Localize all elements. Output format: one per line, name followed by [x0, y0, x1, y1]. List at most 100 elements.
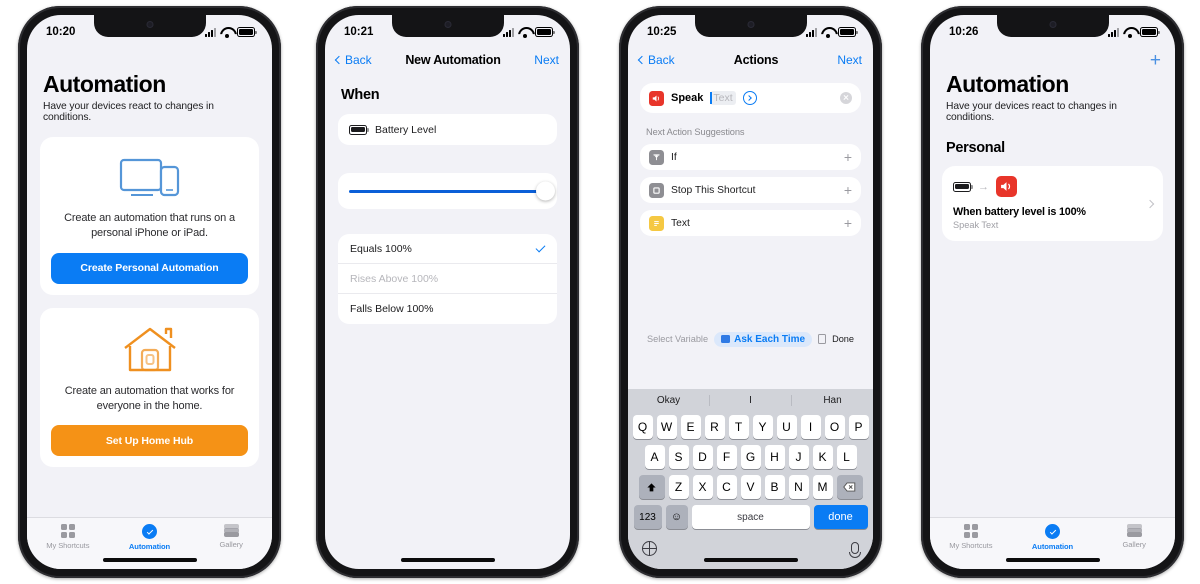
- key-e[interactable]: E: [680, 415, 701, 439]
- emoji-icon[interactable]: ☺: [665, 505, 688, 529]
- page-title: Automation: [43, 71, 166, 97]
- add-icon[interactable]: +: [844, 216, 852, 230]
- suggestion-label: If: [671, 151, 677, 163]
- home-indicator: [1005, 558, 1100, 562]
- battery-level-slider[interactable]: [349, 181, 555, 201]
- key-n[interactable]: N: [788, 475, 809, 499]
- suggestion-word[interactable]: Han: [792, 395, 873, 406]
- backspace-icon[interactable]: [836, 475, 863, 499]
- ipad-iphone-icon: [51, 151, 248, 211]
- key-done[interactable]: done: [813, 505, 868, 529]
- condition-options-list: Equals 100% Rises Above 100% Falls Below…: [338, 234, 557, 324]
- suggestion-text[interactable]: Text +: [640, 210, 861, 236]
- key-d[interactable]: D: [692, 445, 713, 469]
- tab-automation[interactable]: Automation: [109, 524, 191, 551]
- clipboard-icon[interactable]: [818, 334, 827, 344]
- text-placeholder-token[interactable]: Text: [710, 91, 736, 105]
- key-g[interactable]: G: [740, 445, 761, 469]
- chevron-right-circle-icon[interactable]: [742, 91, 757, 105]
- tab-gallery[interactable]: Gallery: [190, 524, 272, 549]
- back-button[interactable]: Back: [334, 53, 372, 67]
- grid-icon: [963, 524, 978, 538]
- key-s[interactable]: S: [668, 445, 689, 469]
- key-r[interactable]: R: [704, 415, 725, 439]
- back-button[interactable]: Back: [637, 53, 675, 67]
- front-camera-icon: [444, 21, 451, 28]
- key-o[interactable]: O: [824, 415, 845, 439]
- key-x[interactable]: X: [692, 475, 713, 499]
- screen-4: 10:26 + Automation Have your devices rea…: [930, 15, 1175, 569]
- tab-automation[interactable]: Automation: [1012, 524, 1094, 551]
- key-c[interactable]: C: [716, 475, 737, 499]
- speak-action-row[interactable]: Speak Text: [640, 83, 861, 113]
- key-space[interactable]: space: [691, 505, 810, 529]
- nav-title: Actions: [733, 53, 779, 67]
- trigger-row-battery-level[interactable]: Battery Level: [338, 114, 557, 145]
- key-v[interactable]: V: [740, 475, 761, 499]
- front-camera-icon: [1049, 21, 1056, 28]
- select-variable-button[interactable]: Select Variable: [647, 334, 708, 344]
- create-personal-automation-button[interactable]: Create Personal Automation: [51, 252, 248, 284]
- globe-icon[interactable]: [642, 540, 657, 556]
- key-numbers[interactable]: 123: [633, 505, 662, 529]
- key-h[interactable]: H: [764, 445, 785, 469]
- home-indicator: [703, 558, 798, 562]
- suggestion-label: Stop This Shortcut: [671, 184, 756, 196]
- suggestion-stop-this-shortcut[interactable]: Stop This Shortcut +: [640, 177, 861, 203]
- option-equals[interactable]: Equals 100%: [338, 234, 557, 264]
- next-button[interactable]: Next: [534, 53, 559, 67]
- automation-list-item[interactable]: → When battery level is 100% Speak Text: [942, 166, 1163, 241]
- key-i[interactable]: I: [800, 415, 821, 439]
- tab-my-shortcuts[interactable]: My Shortcuts: [930, 524, 1012, 550]
- suggestion-word[interactable]: I: [710, 394, 792, 406]
- add-icon[interactable]: +: [844, 150, 852, 164]
- option-falls-below[interactable]: Falls Below 100%: [338, 294, 557, 324]
- key-b[interactable]: B: [764, 475, 785, 499]
- suggestion-word[interactable]: Okay: [628, 394, 710, 406]
- key-t[interactable]: T: [728, 415, 749, 439]
- key-z[interactable]: Z: [668, 475, 689, 499]
- group-header-personal: Personal: [946, 140, 1005, 156]
- phone-4-automation-list: 10:26 + Automation Have your devices rea…: [921, 6, 1184, 578]
- text-icon: [649, 215, 664, 231]
- done-button[interactable]: Done: [832, 334, 854, 344]
- screen-1: 10:20 Automation Have your devices react…: [27, 15, 272, 569]
- page-title: Automation: [946, 71, 1069, 97]
- grid-icon: [60, 524, 75, 538]
- key-u[interactable]: U: [776, 415, 797, 439]
- key-m[interactable]: M: [812, 475, 833, 499]
- front-camera-icon: [747, 21, 754, 28]
- checkmark-icon: [535, 242, 546, 252]
- phone-1-automation-empty: 10:20 Automation Have your devices react…: [18, 6, 281, 578]
- clear-icon[interactable]: [840, 92, 852, 104]
- microphone-icon[interactable]: [849, 542, 861, 558]
- key-w[interactable]: W: [656, 415, 677, 439]
- option-label: Equals 100%: [350, 242, 412, 255]
- suggestion-if[interactable]: If +: [640, 144, 861, 170]
- back-label: Back: [648, 53, 675, 67]
- key-l[interactable]: L: [836, 445, 857, 469]
- set-up-home-hub-button[interactable]: Set Up Home Hub: [51, 425, 248, 457]
- front-camera-icon: [146, 21, 153, 28]
- key-f[interactable]: F: [716, 445, 737, 469]
- tab-my-shortcuts[interactable]: My Shortcuts: [27, 524, 109, 550]
- option-rises-above[interactable]: Rises Above 100%: [338, 264, 557, 294]
- key-y[interactable]: Y: [752, 415, 773, 439]
- page-subtitle: Have your devices react to changes in co…: [43, 101, 214, 123]
- next-button[interactable]: Next: [837, 53, 862, 67]
- key-p[interactable]: P: [848, 415, 869, 439]
- key-k[interactable]: K: [812, 445, 833, 469]
- shift-icon[interactable]: [638, 475, 665, 499]
- key-a[interactable]: A: [644, 445, 665, 469]
- slider-knob[interactable]: [536, 181, 555, 201]
- wifi-icon: [220, 27, 233, 38]
- ask-each-time-button[interactable]: Ask Each Time: [714, 331, 813, 347]
- tab-gallery[interactable]: Gallery: [1093, 524, 1175, 549]
- keyboard: Okay I Han Q W E R T Y U I O P A S D F G…: [628, 389, 873, 569]
- home-indicator: [400, 558, 495, 562]
- option-label: Rises Above 100%: [350, 272, 439, 285]
- key-q[interactable]: Q: [632, 415, 653, 439]
- key-j[interactable]: J: [788, 445, 809, 469]
- add-icon[interactable]: +: [844, 183, 852, 197]
- battery-icon: [535, 27, 555, 37]
